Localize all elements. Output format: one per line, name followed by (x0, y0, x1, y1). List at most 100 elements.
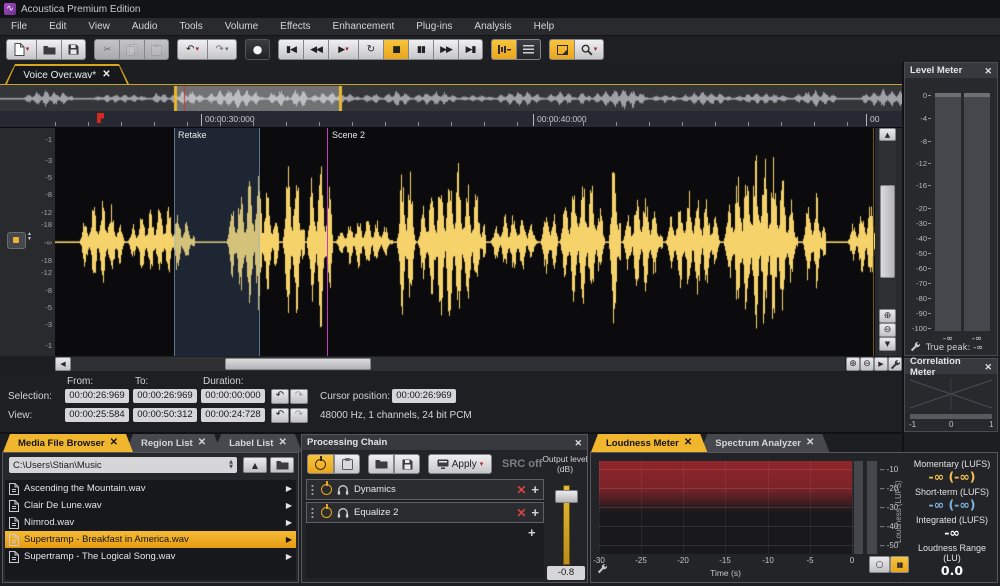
path-combobox[interactable]: C:\Users\Stian\Music ▲▼ (9, 457, 237, 473)
menu-tools[interactable]: Tools (168, 19, 213, 34)
menu-plugins[interactable]: Plug-ins (405, 19, 463, 34)
tab-label-list[interactable]: Label List✕ (214, 434, 302, 452)
cursor-position-field[interactable]: 00:00:26:969 (392, 389, 456, 403)
rewind-button[interactable]: ◀◀ (303, 39, 328, 60)
file-row[interactable]: Nimrod.wav▶ (5, 514, 296, 531)
add-effect-button[interactable]: + (528, 525, 536, 540)
effect-row[interactable]: Equalize 2✕+ (306, 502, 544, 523)
scroll-down-button[interactable]: ▼ (879, 337, 896, 351)
new-file-button[interactable]: ▾ (6, 39, 36, 60)
scroll-up-button[interactable]: ▲ (879, 128, 896, 141)
file-row[interactable]: Clair De Lune.wav▶ (5, 497, 296, 514)
stop-button[interactable]: ■ (383, 39, 408, 60)
view-duration-field[interactable]: 00:00:24:728 (201, 408, 265, 422)
zoom-out-vertical-button[interactable]: ⊖ (879, 323, 896, 337)
menu-help[interactable]: Help (523, 19, 566, 34)
selection-to-field[interactable]: 00:00:26:969 (133, 389, 197, 403)
region-retake[interactable] (174, 128, 260, 356)
tab-loudness-meter[interactable]: Loudness Meter✕ (591, 434, 707, 452)
zoom-tool-button[interactable]: ▾ (574, 39, 604, 60)
horizontal-scrollbar[interactable]: ◀ (55, 357, 845, 371)
wrench-icon[interactable] (597, 563, 608, 574)
undo-button[interactable]: ↶▾ (177, 39, 207, 60)
menu-effects[interactable]: Effects (269, 19, 321, 34)
close-tab-icon[interactable]: ✕ (684, 438, 692, 448)
channel-spinner[interactable]: ▲▼ (27, 232, 32, 242)
chain-load-button[interactable] (368, 454, 394, 474)
close-tab-icon[interactable]: ✕ (806, 438, 814, 448)
folder-up-button[interactable]: ▲ (243, 457, 267, 473)
pause-button[interactable]: ▮▮ (408, 39, 433, 60)
zoom-in-button[interactable]: ⊕ (846, 357, 860, 371)
view-from-field[interactable]: 00:00:25:584 (65, 408, 129, 422)
headphones-icon[interactable] (337, 484, 349, 495)
menu-view[interactable]: View (77, 19, 121, 34)
remove-effect-button[interactable]: ✕ (516, 506, 526, 520)
record-button[interactable]: ● (245, 39, 270, 60)
selection-tool-button[interactable] (549, 39, 574, 60)
skip-to-start-button[interactable]: ▮◀ (278, 39, 303, 60)
add-effect-after-button[interactable]: + (531, 505, 539, 520)
open-file-button[interactable] (36, 39, 61, 60)
pause-measurement-button[interactable]: ▮▮ (890, 556, 909, 573)
reset-measurement-button[interactable]: ○ (869, 556, 890, 573)
fast-forward-button[interactable]: ▶▶ (433, 39, 458, 60)
channel-button[interactable] (7, 232, 26, 249)
output-slider-handle[interactable] (555, 490, 578, 503)
drag-handle-icon[interactable] (311, 484, 316, 495)
close-tab-icon[interactable]: ✕ (102, 70, 110, 80)
marker-line[interactable] (327, 128, 328, 356)
close-tab-icon[interactable]: ✕ (110, 438, 118, 448)
tab-region-list[interactable]: Region List✕ (126, 434, 221, 452)
file-row[interactable]: Ascending the Mountain.wav▶ (5, 480, 296, 497)
view-redo-button[interactable]: ↷ (290, 408, 308, 423)
file-row[interactable]: Supertramp - The Logical Song.wav▶ (5, 548, 296, 565)
scroll-left-button[interactable]: ◀ (55, 357, 71, 371)
close-panel-icon[interactable]: ✕ (984, 362, 992, 372)
play-file-button[interactable]: ▶ (286, 501, 292, 510)
headphones-icon[interactable] (337, 507, 349, 518)
waveform-view[interactable]: Retake Scene 2 (55, 128, 875, 356)
horizontal-scroll-thumb[interactable] (225, 358, 371, 370)
effect-row[interactable]: Dynamics✕+ (306, 479, 544, 500)
play-file-button[interactable]: ▶ (286, 535, 292, 544)
tab-media-file-browser[interactable]: Media File Browser✕ (3, 434, 133, 452)
close-tab-icon[interactable]: ✕ (198, 438, 206, 448)
add-effect-after-button[interactable]: + (531, 482, 539, 497)
output-level-value[interactable]: -0.8 (547, 566, 585, 580)
menu-file[interactable]: File (0, 19, 38, 34)
menu-analysis[interactable]: Analysis (463, 19, 522, 34)
menu-enhancement[interactable]: Enhancement (322, 19, 406, 34)
zoom-out-button[interactable]: ⊖ (860, 357, 874, 371)
effect-power-icon[interactable] (321, 507, 332, 518)
mix-view-button[interactable] (516, 39, 541, 60)
play-file-button[interactable]: ▶ (286, 518, 292, 527)
chain-clipboard-button[interactable] (334, 454, 360, 474)
tab-spectrum-analyzer[interactable]: Spectrum Analyzer✕ (700, 434, 829, 452)
scroll-right-button[interactable]: ▶ (874, 357, 888, 371)
vertical-scrollbar[interactable]: ▲ ⊕ ⊖ ▼ (879, 128, 896, 356)
waveform-edit-view-button[interactable] (491, 39, 516, 60)
apply-chain-button[interactable]: Apply ▾ (428, 454, 492, 474)
menu-edit[interactable]: Edit (38, 19, 77, 34)
selection-undo-button[interactable]: ↶ (271, 389, 289, 404)
wrench-icon[interactable] (910, 341, 921, 352)
vertical-scroll-thumb[interactable] (880, 185, 895, 278)
drag-handle-icon[interactable] (311, 507, 316, 518)
loop-playback-button[interactable]: ↻ (358, 39, 383, 60)
selection-from-field[interactable]: 00:00:26:969 (65, 389, 129, 403)
play-button[interactable]: ▶▾ (328, 39, 358, 60)
close-tab-icon[interactable]: ✕ (278, 438, 286, 448)
play-file-button[interactable]: ▶ (286, 484, 292, 493)
chain-save-button[interactable] (394, 454, 420, 474)
cut-button[interactable]: ✂ (94, 39, 119, 60)
redo-button[interactable]: ↷▾ (207, 39, 237, 60)
paste-button[interactable] (144, 39, 169, 60)
zoom-settings-button[interactable] (888, 357, 902, 371)
play-file-button[interactable]: ▶ (286, 552, 292, 561)
close-panel-icon[interactable]: ✕ (984, 66, 992, 76)
zoom-in-vertical-button[interactable]: ⊕ (879, 309, 896, 323)
document-tab[interactable]: Voice Over.wav*✕ (5, 64, 129, 84)
save-button[interactable] (61, 39, 86, 60)
effect-power-icon[interactable] (321, 484, 332, 495)
